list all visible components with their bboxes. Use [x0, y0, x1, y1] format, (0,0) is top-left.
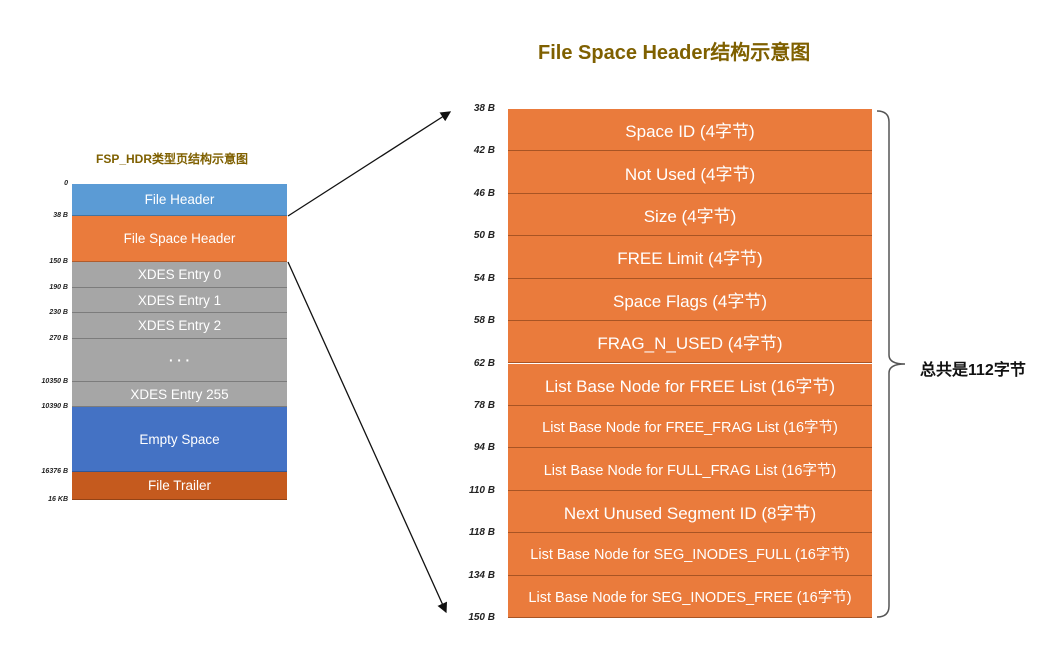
brace — [876, 110, 906, 618]
connectors — [287, 110, 906, 618]
arrow-to-top — [287, 111, 452, 217]
total-size-label: 总共是112字节 — [920, 362, 1026, 379]
arrow-to-bottom — [287, 261, 447, 614]
